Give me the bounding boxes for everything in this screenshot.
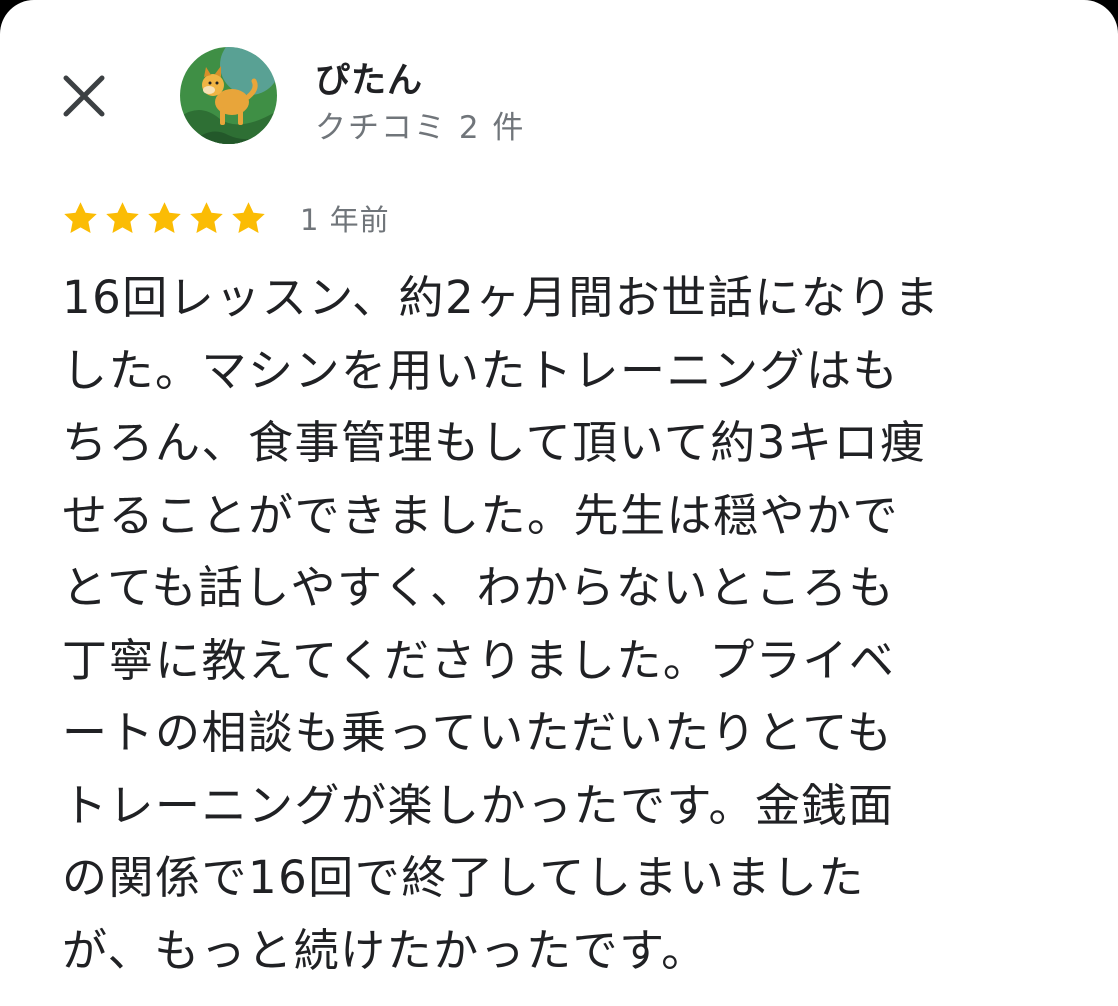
review-count: クチコミ 2 件 (315, 110, 526, 146)
review-text-line: ちろん、食事管理もして頂いて約3キロ痩 (62, 416, 927, 469)
review-text-line: の関係で16回で終了してしまいました (62, 851, 865, 904)
review-time: 1 年前 (300, 203, 390, 237)
star-icon (64, 201, 97, 233)
review-text-line: 丁寧に教えてくださりました。プライベ (62, 633, 896, 687)
star-icon (232, 201, 265, 233)
review-text-line: トレーニングが楽しかったです。金銭面 (62, 778, 895, 832)
review-text-line: 16回レッスン、約2ヶ月間お世話になりま (62, 271, 941, 324)
close-icon (63, 75, 105, 117)
reviewer-name[interactable]: ぴたん (315, 52, 423, 103)
review-text-line: した。マシンを用いたトレーニングはも (62, 343, 900, 397)
shiba-dog-avatar-icon (180, 47, 277, 144)
star-icon (148, 201, 181, 233)
rating-row: 1 年前 (60, 196, 390, 240)
review-text-line: とても話しやすく、わからないところも (62, 561, 895, 614)
review-text: 16回レッスン、約2ヶ月間お世話になりま した。マシンを用いたトレーニングはも ちろ… (62, 262, 1072, 987)
review-text-line: が、もっと続けたかったです。 (62, 923, 708, 977)
review-text-line: ートの相談も乗っていただいたりとても (62, 706, 894, 759)
avatar[interactable] (180, 47, 277, 144)
review-text-line: せることができました。先生は穏やかで (62, 488, 900, 542)
star-icon (190, 201, 223, 233)
close-button[interactable] (52, 64, 116, 128)
review-sheet: ぴたん クチコミ 2 件 1 年前 16回レッスン、約2ヶ月間お世話になりま した… (0, 0, 1118, 1006)
star-rating (60, 198, 270, 239)
star-icon (106, 201, 139, 233)
